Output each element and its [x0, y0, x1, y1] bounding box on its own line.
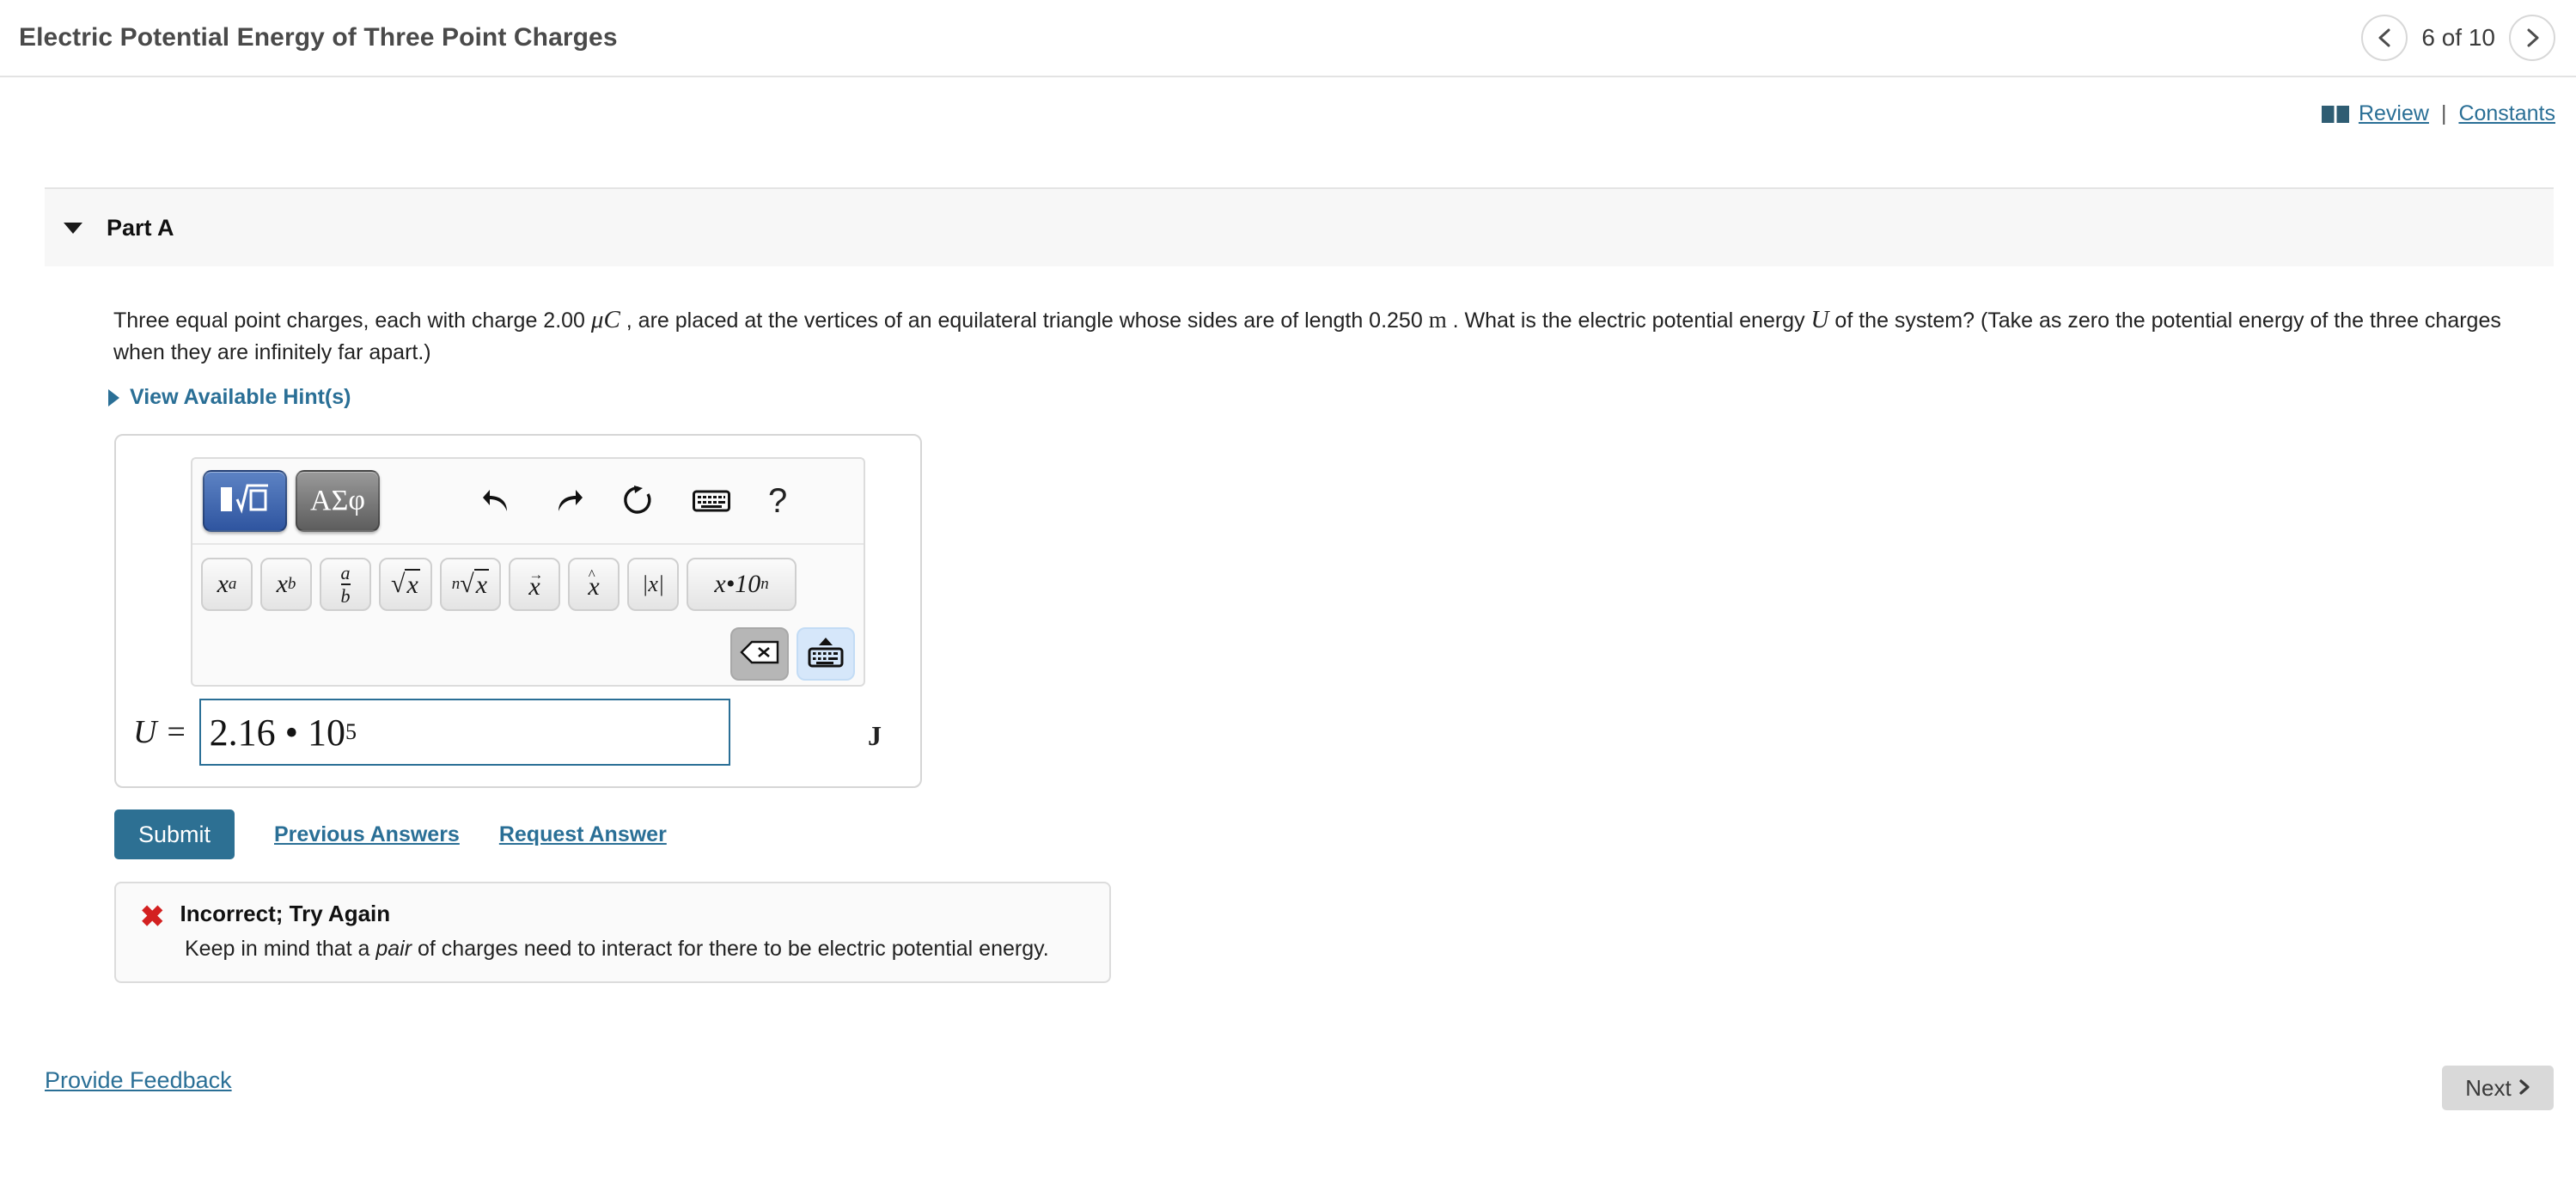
- page-header: Electric Potential Energy of Three Point…: [0, 0, 2576, 77]
- answer-actions: Submit Previous Answers Request Answer: [114, 809, 667, 859]
- chevron-right-icon: [2518, 1075, 2530, 1102]
- part-a-header[interactable]: Part A: [45, 187, 2554, 266]
- superscript-button[interactable]: xa: [201, 558, 253, 611]
- next-button[interactable]: Next: [2442, 1066, 2554, 1110]
- palette-tools: ?: [481, 484, 787, 518]
- answer-variable-label: U =: [133, 714, 187, 750]
- feedback-body-2: of charges need to interact for there to…: [412, 937, 1049, 961]
- question-text-3: . What is the electric potential energy: [1446, 308, 1811, 333]
- charge-unit-math: μC: [590, 306, 620, 333]
- triangle-down-icon[interactable]: [64, 222, 82, 234]
- problem-page: Electric Potential Energy of Three Point…: [0, 0, 2576, 1179]
- palette-key-row: [730, 624, 855, 684]
- feedback-body-emphasis: pair: [375, 937, 412, 961]
- greek-mode-label: ΑΣφ: [310, 485, 365, 516]
- feedback-body-1: Keep in mind that a: [185, 937, 376, 961]
- answer-input[interactable]: 2.16 • 10 5: [198, 699, 730, 766]
- answer-input-row: U = 2.16 • 10 5: [133, 693, 906, 771]
- math-template-mode-button[interactable]: [203, 470, 287, 532]
- previous-answers-link[interactable]: Previous Answers: [274, 822, 460, 847]
- keyboard-icon[interactable]: [693, 487, 730, 515]
- view-hints-label: View Available Hint(s): [130, 385, 351, 409]
- math-template-icon: [218, 480, 272, 522]
- feedback-body: Keep in mind that a pair of charges need…: [185, 937, 1085, 962]
- question-statement: Three equal point charges, each with cha…: [113, 302, 2554, 369]
- square-root-button[interactable]: √ x: [379, 558, 432, 611]
- reset-circular-arrow-icon[interactable]: [622, 484, 655, 518]
- part-a-label: Part A: [107, 214, 174, 241]
- request-answer-link[interactable]: Request Answer: [499, 822, 667, 847]
- subscript-button[interactable]: xb: [260, 558, 312, 611]
- hide-keyboard-button[interactable]: [797, 627, 855, 681]
- fraction-button[interactable]: ab: [320, 558, 371, 611]
- help-icon[interactable]: ?: [768, 484, 787, 518]
- answer-panel: ΑΣφ ? x a x b a b √ x n √ x → x ^ x |x| …: [114, 434, 922, 788]
- energy-symbol-math: U: [1810, 306, 1829, 333]
- pagination-label: 6 of 10: [2421, 24, 2495, 51]
- red-x-icon: ✖: [140, 901, 165, 933]
- answer-unit-label: J: [868, 720, 882, 751]
- next-problem-button[interactable]: [2509, 15, 2555, 61]
- feedback-box: ✖ Incorrect; Try Again Keep in mind that…: [114, 882, 1111, 983]
- math-palette: ΑΣφ ? x a x b a b √ x n √ x → x ^ x |x| …: [191, 457, 865, 687]
- feedback-title-row: ✖ Incorrect; Try Again: [140, 901, 1085, 932]
- backspace-icon: [740, 640, 779, 669]
- answer-value-exponent: 5: [345, 719, 357, 744]
- palette-mode-row: ΑΣφ ?: [192, 459, 864, 545]
- chevron-right-icon: [2523, 27, 2542, 49]
- absolute-value-button[interactable]: |x|: [627, 558, 680, 611]
- submit-button[interactable]: Submit: [114, 809, 235, 859]
- provide-feedback-link[interactable]: Provide Feedback: [45, 1067, 232, 1094]
- chevron-left-icon: [2375, 27, 2394, 49]
- greek-symbols-mode-button[interactable]: ΑΣφ: [296, 470, 380, 532]
- review-link[interactable]: Review: [2359, 101, 2429, 126]
- triangle-right-icon: [108, 388, 119, 406]
- resource-links: Review | Constants: [2321, 101, 2555, 126]
- palette-symbol-row: xa xb ab √ x n √ x → x ^ x |x| x•10 n: [192, 547, 864, 622]
- hide-keyboard-icon: [807, 636, 845, 673]
- undo-arrow-icon[interactable]: [481, 485, 514, 517]
- length-unit-math: m: [1428, 307, 1447, 333]
- help-question-mark: ?: [768, 482, 788, 520]
- scientific-notation-button[interactable]: x•10 n: [687, 558, 797, 611]
- next-button-label: Next: [2465, 1074, 2512, 1101]
- feedback-title: Incorrect; Try Again: [180, 901, 391, 926]
- backspace-button[interactable]: [730, 627, 789, 681]
- unit-vector-button[interactable]: ^ x: [568, 558, 620, 611]
- link-separator: |: [2440, 101, 2447, 125]
- redo-arrow-icon[interactable]: [552, 485, 584, 517]
- vector-button[interactable]: → x: [509, 558, 561, 611]
- question-text-2: , are placed at the vertices of an equil…: [620, 308, 1429, 333]
- nth-root-button[interactable]: n √ x: [439, 558, 502, 611]
- question-text-1: Three equal point charges, each with cha…: [113, 308, 591, 333]
- view-hints-link[interactable]: View Available Hint(s): [108, 385, 351, 410]
- constants-link[interactable]: Constants: [2458, 101, 2555, 126]
- previous-problem-button[interactable]: [2361, 15, 2408, 61]
- book-icon: [2321, 103, 2350, 125]
- answer-value-mantissa: 2.16 • 10: [209, 711, 345, 754]
- pagination: 6 of 10: [2361, 15, 2555, 61]
- page-title: Electric Potential Energy of Three Point…: [19, 23, 618, 52]
